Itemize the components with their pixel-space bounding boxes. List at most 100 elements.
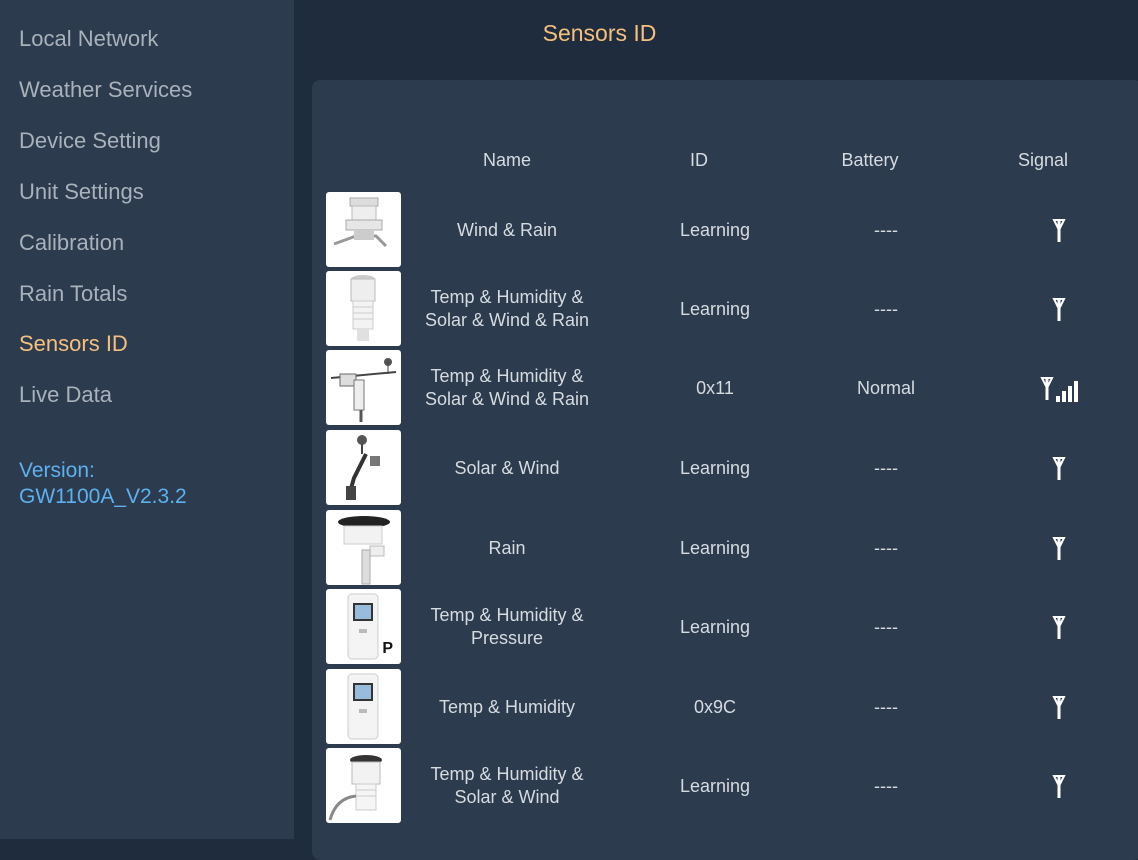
sidebar: Local Network Weather Services Device Se… <box>0 0 294 839</box>
table-row: Temp & Humidity & Solar & Wind & Rain Lear… <box>326 271 1136 347</box>
signal-strength <box>976 669 1138 745</box>
sidebar-item-sensors-id[interactable]: Sensors ID <box>19 331 128 357</box>
sidebar-item-rain-totals[interactable]: Rain Totals <box>19 281 127 307</box>
antenna-icon <box>1052 537 1066 560</box>
header-signal: Signal <box>1017 150 1069 170</box>
signal-strength <box>976 748 1138 824</box>
sensors-panel: Name ID Battery Signal Wind & Rain Learni… <box>312 80 1138 860</box>
sensor-name-text: Temp & Humidity & Solar & Wind & Rain <box>425 286 589 332</box>
sensor-battery: ---- <box>874 537 898 558</box>
sensor-id: Learning <box>679 616 751 637</box>
version-value: GW1100A_V2.3.2 <box>19 485 187 508</box>
sensor-name-line: Temp & Humidity & <box>430 764 584 784</box>
sensor-name: Temp & Humidity & Solar & Wind & Rain <box>421 350 593 426</box>
sidebar-item-device-setting[interactable]: Device Setting <box>19 128 161 154</box>
sensor-name-text: Wind & Rain <box>457 219 557 242</box>
sensor-name: Temp & Humidity & Solar & Wind <box>421 748 593 824</box>
sensor-image <box>326 350 401 425</box>
sensor-name-line: Temp & Humidity <box>438 696 576 717</box>
antenna-icon <box>1052 775 1066 798</box>
sensor-id: Learning <box>679 775 751 796</box>
sidebar-item-live-data[interactable]: Live Data <box>19 382 112 408</box>
header-battery: Battery <box>841 150 899 170</box>
sensor-id: Learning <box>679 537 751 558</box>
sensor-name-line: Temp & Humidity & <box>430 287 584 307</box>
sensor-name-line: Solar & Wind <box>454 457 560 478</box>
sensor-name: Solar & Wind <box>421 430 593 506</box>
sensor-image <box>326 748 401 823</box>
sensor-name-line: Solar & Wind <box>454 787 560 807</box>
sensor-name-line: Solar & Wind & Rain <box>424 310 590 330</box>
sidebar-item-weather-services[interactable]: Weather Services <box>19 77 192 103</box>
sensor-name-line: Temp & Humidity & <box>430 366 584 386</box>
signal-icon <box>1052 216 1066 244</box>
header-name: Name <box>482 150 531 170</box>
sensor-image <box>326 430 401 505</box>
version-label: Version: <box>19 459 95 482</box>
sensor-name-line: Rain <box>488 537 526 558</box>
sensor-name-text: Temp & Humidity & Solar & Wind & Rain <box>425 365 589 411</box>
sensor-image: P <box>326 589 401 664</box>
signal-strength <box>976 510 1138 586</box>
table-row: Solar & Wind Learning ---- <box>326 430 1136 506</box>
signal-icon <box>1052 534 1066 562</box>
sensor-id: Learning <box>679 298 751 319</box>
signal-strength <box>976 430 1138 506</box>
antenna-icon <box>1052 298 1066 321</box>
sensor-battery: ---- <box>874 696 898 717</box>
sensor-battery: ---- <box>874 298 898 319</box>
signal-strength <box>976 350 1138 426</box>
sensor-battery: Normal <box>856 377 915 398</box>
antenna-icon <box>1052 616 1066 639</box>
signal-bar <box>1068 386 1072 402</box>
sensor-image <box>326 669 401 744</box>
antenna-icon <box>1052 219 1066 242</box>
sensor-id: Learning <box>679 219 751 240</box>
table-row: Temp & Humidity & Solar & Wind Learning ---… <box>326 748 1136 824</box>
sensor-name-line: Wind & Rain <box>456 219 558 240</box>
signal-bar <box>1056 396 1060 402</box>
signal-icon <box>1040 374 1078 402</box>
sensor-name-text: Temp & Humidity & Solar & Wind <box>430 763 583 809</box>
table-row: Wind & Rain Learning ---- <box>326 192 1136 268</box>
table-row: Temp & Humidity 0x9C ---- <box>326 669 1136 745</box>
sensor-name-text: Rain <box>488 537 525 560</box>
sensor-id: 0x11 <box>696 377 734 398</box>
sensor-battery: ---- <box>874 775 898 796</box>
sensor-name-line: Solar & Wind & Rain <box>424 389 590 409</box>
sensor-battery: ---- <box>874 457 898 478</box>
antenna-icon <box>1040 377 1054 400</box>
signal-icon <box>1052 693 1066 721</box>
sensor-name-text: Solar & Wind <box>454 457 559 480</box>
sensor-id: Learning <box>679 457 751 478</box>
table-row: P Temp & Humidity & Pressure Learning ---- <box>326 589 1136 665</box>
sensor-name: Temp & Humidity <box>421 669 593 745</box>
signal-strength <box>976 271 1138 347</box>
sensor-name: Temp & Humidity & Solar & Wind & Rain <box>421 271 593 347</box>
header-id: ID <box>690 150 708 170</box>
page-title: Sensors ID <box>542 20 657 46</box>
signal-icon <box>1052 295 1066 323</box>
signal-strength <box>976 192 1138 268</box>
antenna-icon <box>1052 696 1066 719</box>
sidebar-item-calibration[interactable]: Calibration <box>19 230 124 256</box>
signal-strength <box>976 589 1138 665</box>
sensor-name-text: Temp & Humidity & Pressure <box>430 604 583 650</box>
table-row: Temp & Humidity & Solar & Wind & Rain 0x11… <box>326 350 1136 426</box>
signal-bar <box>1062 391 1066 402</box>
sensor-name: Temp & Humidity & Pressure <box>421 589 593 665</box>
table-row: Rain Learning ---- <box>326 510 1136 586</box>
signal-icon <box>1052 454 1066 482</box>
sensor-name: Rain <box>421 510 593 586</box>
signal-icon <box>1052 613 1066 641</box>
sensor-battery: ---- <box>874 219 898 240</box>
sensor-id: 0x9C <box>693 696 737 717</box>
sensor-name: Wind & Rain <box>421 192 593 268</box>
sidebar-item-unit-settings[interactable]: Unit Settings <box>19 179 144 205</box>
signal-icon <box>1052 772 1066 800</box>
sensor-image <box>326 192 401 267</box>
sensor-battery: ---- <box>874 616 898 637</box>
main-content: Sensors ID Name ID Battery Signal Wind &… <box>294 0 1138 860</box>
sensor-image <box>326 271 401 346</box>
sensor-image <box>326 510 401 585</box>
